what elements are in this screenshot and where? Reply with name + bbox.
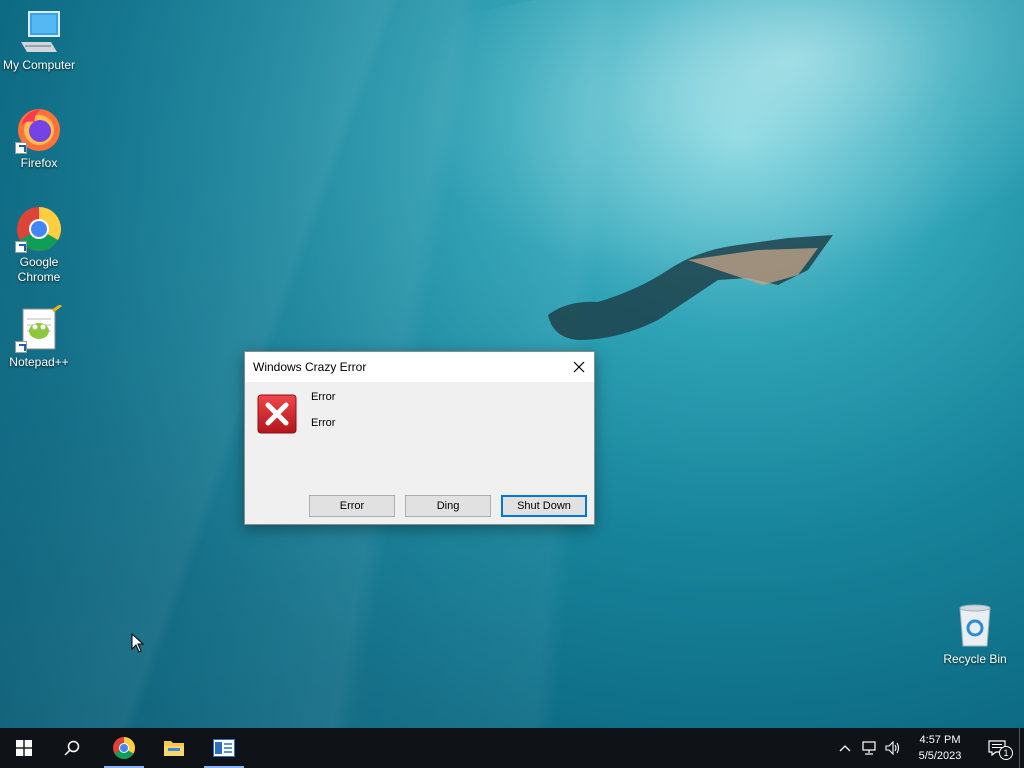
- chrome-icon: [113, 737, 135, 759]
- mouse-cursor-icon: [131, 633, 145, 653]
- error-button[interactable]: Error: [309, 495, 395, 517]
- clock-date: 5/5/2023: [918, 750, 962, 762]
- ding-button[interactable]: Ding: [405, 495, 491, 517]
- system-tray: 4:57 PM 5/5/2023 1: [833, 728, 1024, 768]
- shortcut-arrow-icon: [15, 341, 27, 353]
- recycle-bin-icon: [951, 602, 999, 650]
- volume-button[interactable]: [881, 728, 905, 768]
- app-window-icon: [213, 739, 235, 757]
- action-center-button[interactable]: 1: [975, 728, 1019, 768]
- dialog-message: Error: [311, 417, 336, 429]
- desktop-icon-label: Firefox: [20, 156, 58, 170]
- desktop-icon-google-chrome[interactable]: Google Chrome: [0, 205, 78, 285]
- desktop-icon-notepad-plus-plus[interactable]: Notepad++: [0, 303, 78, 370]
- close-button[interactable]: [564, 352, 594, 382]
- shortcut-arrow-icon: [15, 241, 27, 253]
- taskbar: 4:57 PM 5/5/2023 1: [0, 728, 1024, 768]
- error-dialog: Windows Crazy Error Error Error Error Di…: [244, 351, 595, 525]
- search-button[interactable]: [48, 728, 96, 768]
- dialog-title: Windows Crazy Error: [253, 360, 367, 374]
- error-x-icon: [257, 394, 297, 434]
- dialog-titlebar[interactable]: Windows Crazy Error: [245, 352, 594, 382]
- start-icon: [16, 740, 32, 756]
- firefox-icon: [15, 106, 63, 154]
- desktop-icon-firefox[interactable]: Firefox: [0, 106, 78, 171]
- computer-icon: [15, 8, 63, 56]
- close-icon: [573, 361, 585, 373]
- shortcut-arrow-icon: [15, 142, 27, 154]
- shut-down-button[interactable]: Shut Down: [501, 495, 587, 517]
- taskbar-file-explorer-button[interactable]: [150, 728, 198, 768]
- chevron-up-icon: [839, 745, 851, 752]
- desktop-icon-my-computer[interactable]: My Computer: [0, 8, 78, 73]
- speaker-icon: [885, 741, 900, 755]
- notification-count-badge: 1: [999, 746, 1013, 760]
- show-hidden-icons-button[interactable]: [833, 728, 857, 768]
- desktop-icon-label: Recycle Bin: [943, 652, 1007, 666]
- chrome-icon: [15, 205, 63, 253]
- taskbar-app-window-button[interactable]: [200, 728, 248, 768]
- search-icon: [64, 740, 80, 756]
- taskbar-chrome-button[interactable]: [100, 728, 148, 768]
- desktop-icon-recycle-bin[interactable]: Recycle Bin: [936, 602, 1014, 667]
- swimmer-silhouette: [548, 235, 833, 340]
- dialog-message: Error: [311, 391, 336, 403]
- clock-time: 4:57 PM: [919, 734, 961, 746]
- clock[interactable]: 4:57 PM 5/5/2023: [905, 732, 975, 764]
- notepad-plus-plus-icon: [15, 303, 63, 353]
- start-button[interactable]: [0, 728, 48, 768]
- desktop-icon-label: My Computer: [2, 58, 76, 72]
- show-desktop-button[interactable]: [1019, 728, 1024, 768]
- file-explorer-icon: [164, 741, 184, 756]
- desktop-icon-label: Notepad++: [9, 355, 69, 369]
- desktop-icon-label: Google Chrome: [17, 255, 61, 284]
- network-button[interactable]: [857, 728, 881, 768]
- network-icon: [862, 741, 876, 755]
